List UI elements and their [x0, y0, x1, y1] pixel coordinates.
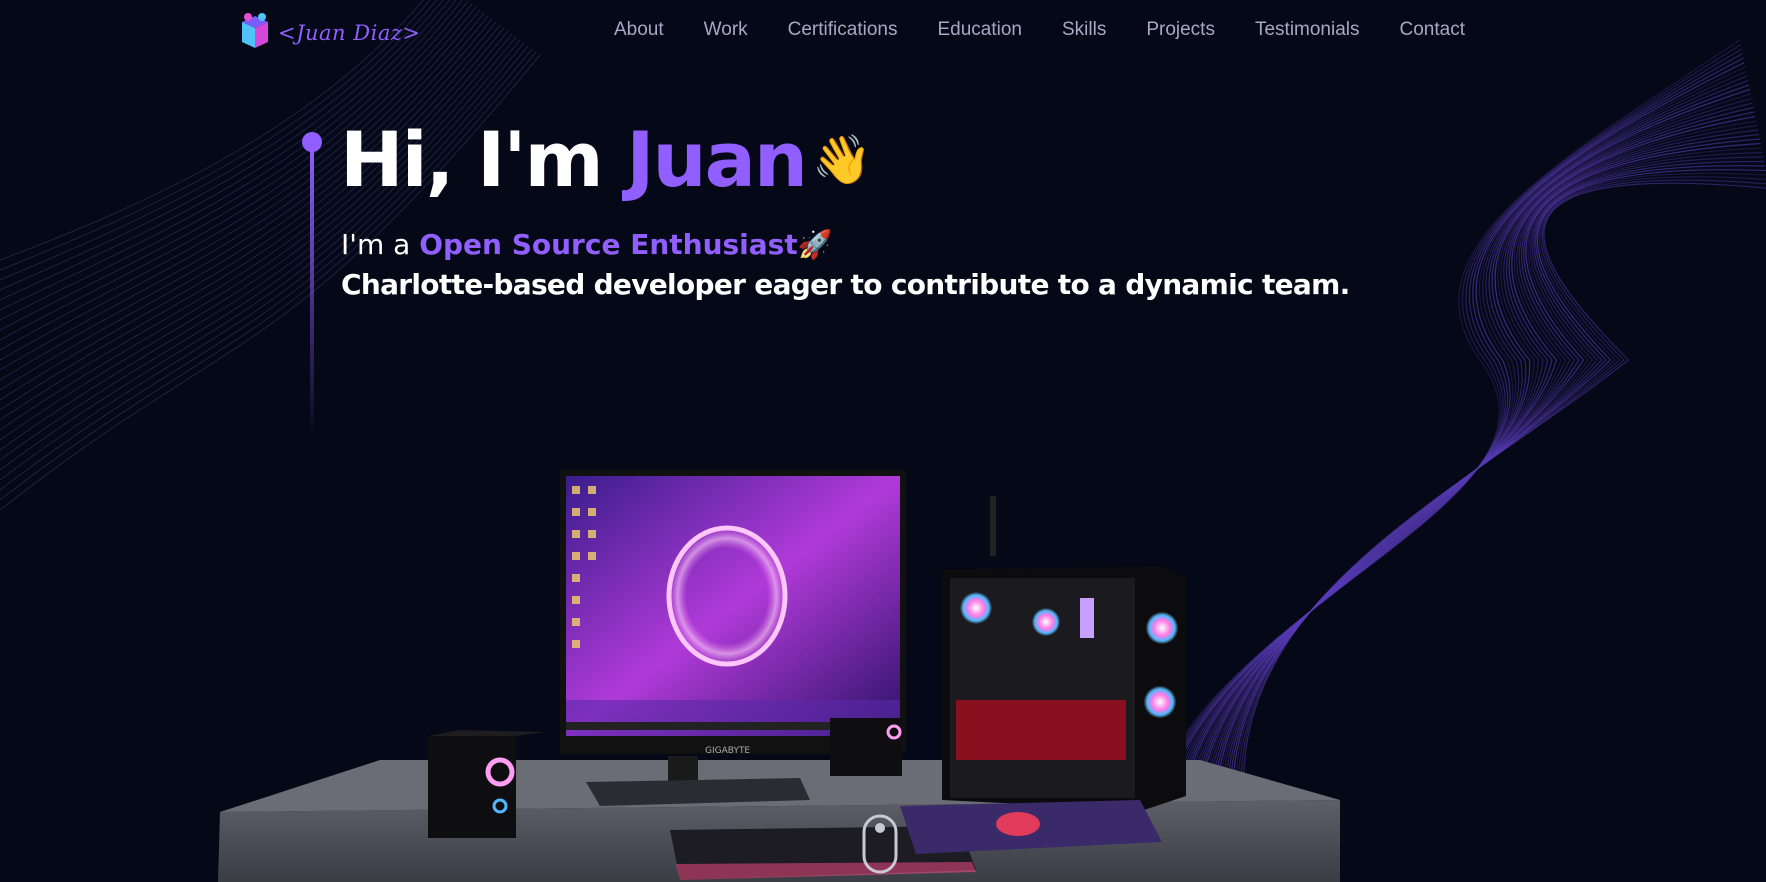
hero-greeting: Hi, I'm [340, 115, 627, 204]
logo-text: <Juan Diaz> [278, 21, 421, 45]
rocket-emoji-icon: 🚀 [797, 228, 833, 261]
logo-icon [238, 12, 272, 54]
computer-desk-scene[interactable]: GIGABYTE [200, 460, 1360, 882]
hero-role-line: I'm a Open Source Enthusiast🚀 [341, 228, 833, 261]
nav-link-education[interactable]: Education [937, 19, 1022, 41]
nav-links: About Work Certifications Education Skil… [614, 19, 1505, 41]
nav-link-about[interactable]: About [614, 19, 664, 41]
nav-link-certifications[interactable]: Certifications [788, 19, 898, 41]
nav-link-testimonials[interactable]: Testimonials [1255, 19, 1360, 41]
nav-link-projects[interactable]: Projects [1146, 19, 1215, 41]
hero-description: Charlotte-based developer eager to contr… [341, 268, 1350, 301]
nav-link-contact[interactable]: Contact [1400, 19, 1465, 41]
monitor-brand-label: GIGABYTE [705, 746, 750, 756]
left-speaker [428, 736, 516, 838]
hero-accent-line [302, 132, 322, 440]
logo[interactable]: <Juan Diaz> [238, 12, 421, 54]
navbar: <Juan Diaz> About Work Certifications Ed… [0, 0, 1766, 64]
role-text: Open Source Enthusiast [419, 228, 798, 261]
mouse [996, 812, 1040, 836]
nav-link-skills[interactable]: Skills [1062, 19, 1106, 41]
nav-link-work[interactable]: Work [704, 19, 748, 41]
hero-name: Juan [626, 115, 808, 204]
wave-emoji-icon: 👋 [811, 132, 872, 188]
hero-title: Hi, I'm Juan 👋 [340, 122, 872, 198]
role-prefix: I'm a [341, 228, 420, 261]
